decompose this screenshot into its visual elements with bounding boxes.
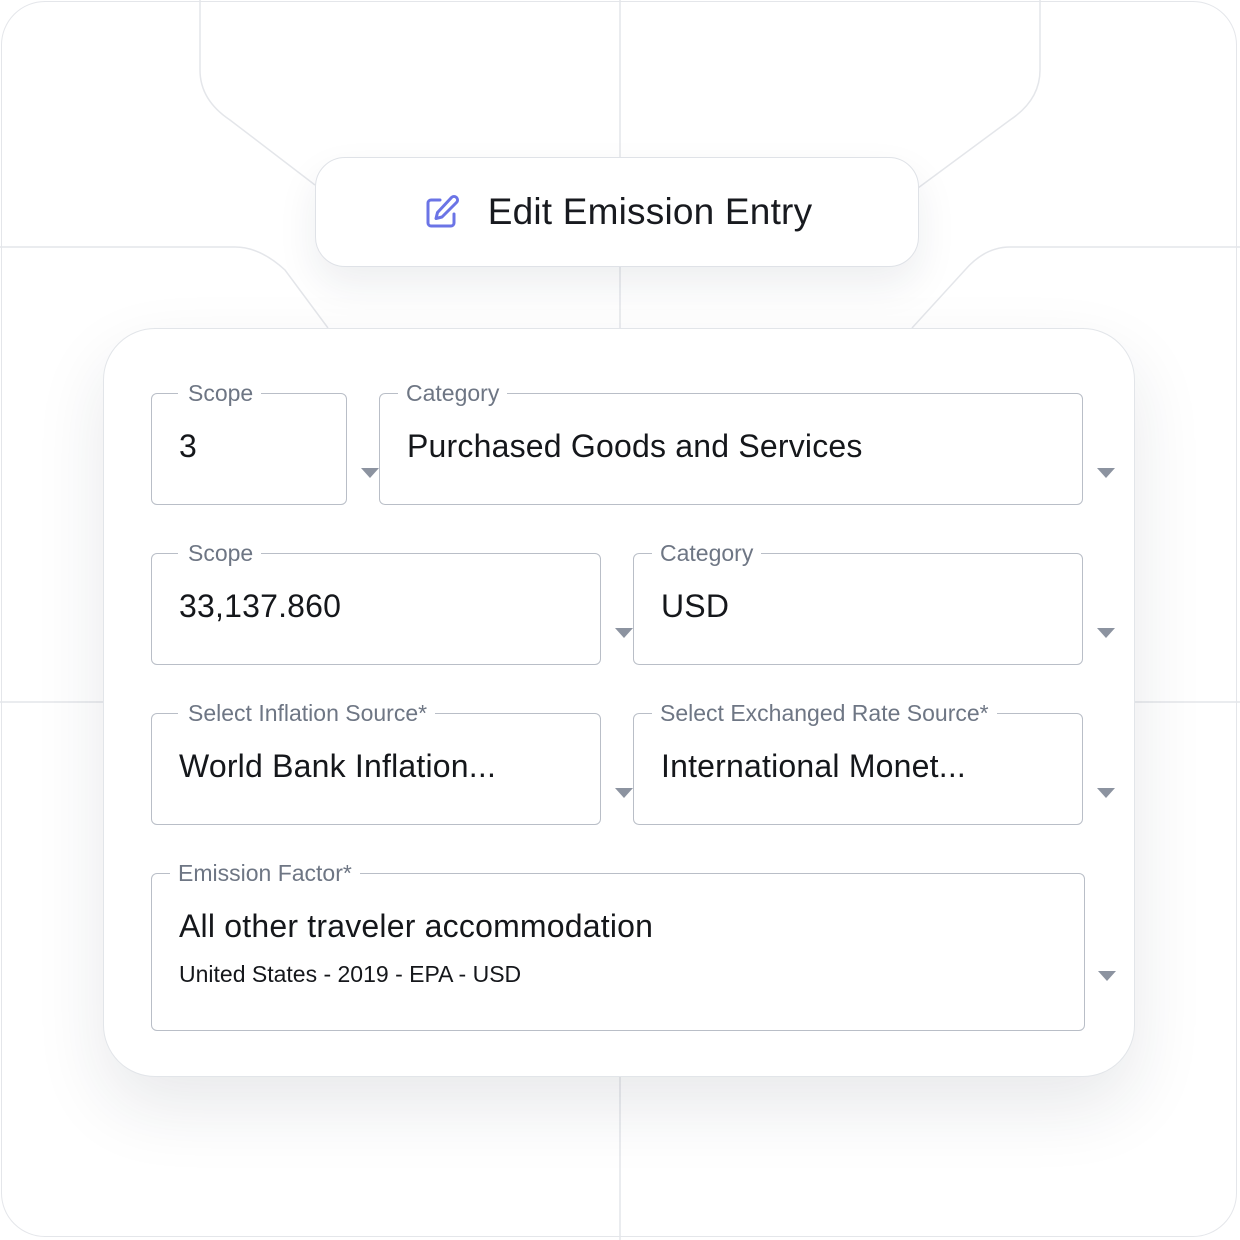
currency-chevron-down-icon[interactable] <box>1097 628 1115 638</box>
edit-emission-header: Edit Emission Entry <box>315 157 919 267</box>
scope-select[interactable]: Scope 3 <box>151 380 347 505</box>
scope-label: Scope <box>178 380 262 406</box>
currency-select[interactable]: Category USD <box>633 540 1083 665</box>
exchange-rate-source-select[interactable]: Select Exchanged Rate Source* Internatio… <box>633 700 1083 825</box>
amount-value: 33,137.860 <box>179 588 342 624</box>
amount-input[interactable]: Scope 33,137.860 <box>151 540 601 665</box>
exchange-rate-source-label: Select Exchanged Rate Source* <box>652 700 997 726</box>
inflation-source-value: World Bank Inflation... <box>179 748 497 784</box>
emission-factor-details: United States - 2019 - EPA - USD <box>179 961 522 987</box>
inflation-source-chevron-down-icon[interactable] <box>615 788 633 798</box>
emission-factor-label: Emission Factor* <box>170 860 360 886</box>
exchange-rate-source-value: International Monet... <box>661 748 967 784</box>
page-title: Edit Emission Entry <box>487 191 813 232</box>
inflation-source-select[interactable]: Select Inflation Source* World Bank Infl… <box>151 700 601 825</box>
scope-chevron-down-icon[interactable] <box>361 468 379 478</box>
exchange-rate-source-chevron-down-icon[interactable] <box>1097 788 1115 798</box>
inflation-source-label: Select Inflation Source* <box>178 700 436 726</box>
category-select[interactable]: Category Purchased Goods and Services <box>379 380 1083 505</box>
emission-factor-value: All other traveler accommodation <box>179 908 654 944</box>
emission-factor-select[interactable]: Emission Factor* All other traveler acco… <box>151 860 1085 1031</box>
currency-label: Category <box>652 540 762 566</box>
emission-factor-chevron-down-icon[interactable] <box>1098 971 1116 981</box>
currency-value: USD <box>661 588 730 624</box>
page: Edit Emission Entry Scope 3 Category Pur… <box>0 0 1240 1240</box>
edit-icon <box>422 192 462 232</box>
amount-label: Scope <box>178 540 262 566</box>
category-value: Purchased Goods and Services <box>407 428 863 464</box>
scope-value: 3 <box>179 428 197 464</box>
category-chevron-down-icon[interactable] <box>1097 468 1115 478</box>
emission-entry-form: Scope 3 Category Purchased Goods and Ser… <box>103 328 1135 1077</box>
amount-chevron-down-icon[interactable] <box>615 628 633 638</box>
category-label: Category <box>398 380 508 406</box>
